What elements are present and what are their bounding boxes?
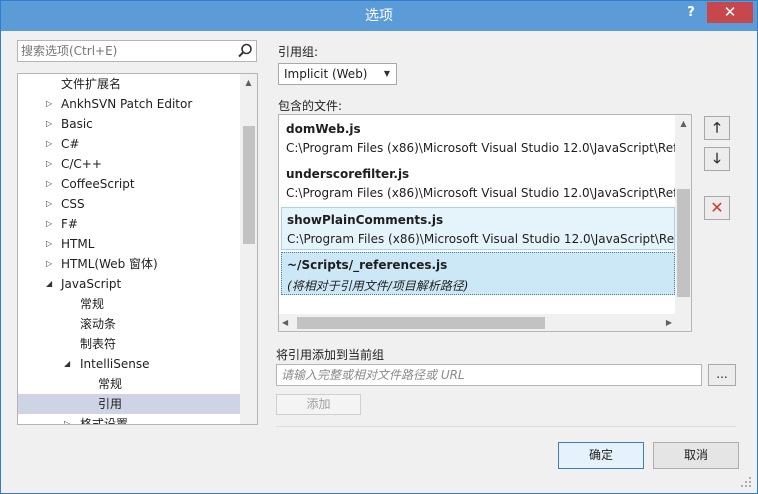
- reference-group-label: 引用组:: [278, 45, 319, 59]
- expand-arrow-icon[interactable]: ▷: [64, 414, 74, 424]
- tree-item[interactable]: ▷ Basic: [18, 114, 240, 134]
- title-bar[interactable]: 选项 ? ✕: [1, 1, 757, 31]
- expand-arrow-icon[interactable]: ▷: [46, 114, 56, 134]
- cancel-button[interactable]: 取消: [653, 442, 739, 469]
- expand-arrow-icon[interactable]: ▷: [46, 214, 56, 234]
- reference-path-input[interactable]: [277, 365, 697, 385]
- reference-path-box: [276, 364, 702, 386]
- options-tree: ▷ 格式设置 引用 常规 ◢ IntelliSense 制表符 滚动条 常规 ◢ JavaScrip…: [17, 73, 258, 425]
- tree-item[interactable]: ▷ CSS: [18, 194, 240, 214]
- delete-reference-button[interactable]: ✕: [704, 196, 730, 220]
- tree-item[interactable]: ▷ C/C++: [18, 154, 240, 174]
- expand-arrow-icon[interactable]: ▷: [46, 194, 56, 214]
- tree-item[interactable]: 文件扩展名: [18, 74, 240, 94]
- scroll-left-arrow-icon[interactable]: ◀: [282, 314, 288, 331]
- window-title: 选项: [365, 8, 393, 24]
- chevron-down-icon: ▼: [383, 69, 390, 78]
- file-list-item[interactable]: ~/Scripts/_references.js (将相对于引用文件/项目解析路径…: [281, 252, 675, 295]
- file-path: C:\Program Files (x86)\Microsoft Visual …: [286, 186, 675, 200]
- expand-arrow-icon[interactable]: ▷: [46, 234, 56, 254]
- scroll-right-arrow-icon[interactable]: ▶: [666, 314, 672, 331]
- search-icon[interactable]: [236, 42, 254, 60]
- tree-item-label: HTML: [61, 237, 95, 251]
- tree-item[interactable]: ▷ CoffeeScript: [18, 174, 240, 194]
- options-dialog: 选项 ? ✕ ▷格式设置引用常规◢IntelliSense制表符滚动条常规◢Ja…: [0, 0, 758, 494]
- tree-item-label: C#: [61, 137, 80, 151]
- expand-arrow-icon[interactable]: ▷: [46, 134, 56, 154]
- tree-scroll-thumb[interactable]: [243, 126, 255, 244]
- close-button[interactable]: ✕: [707, 2, 753, 23]
- tree-item-label: JavaScript: [61, 277, 122, 291]
- tree-item-label: HTML(Web 窗体): [61, 257, 158, 271]
- divider: [276, 426, 736, 427]
- tree-item-label: 引用: [98, 397, 123, 411]
- tree-item[interactable]: ▷ 格式设置: [18, 414, 240, 425]
- add-reference-label: 将引用添加到当前组: [276, 348, 385, 362]
- tree-item-label: AnkhSVN Patch Editor: [61, 97, 193, 111]
- file-list-item[interactable]: showPlainComments.js C:\Program Files (x8…: [281, 207, 675, 250]
- reference-group-value: Implicit (Web): [284, 67, 368, 81]
- collapse-arrow-icon[interactable]: ◢: [46, 274, 56, 294]
- tree-item-label: C/C++: [61, 157, 102, 171]
- files-vscroll-thumb[interactable]: [677, 189, 690, 297]
- included-files-label: 包含的文件:: [278, 99, 343, 113]
- tree-item-label: 制表符: [80, 337, 117, 351]
- file-name: domWeb.js: [286, 122, 361, 136]
- tree-item[interactable]: ▷ HTML: [18, 234, 240, 254]
- browse-button[interactable]: ...: [708, 364, 736, 386]
- search-input[interactable]: [18, 41, 230, 61]
- files-horizontal-scrollbar[interactable]: ◀ ▶: [279, 314, 675, 331]
- file-path: (将相对于引用文件/项目解析路径): [287, 279, 469, 293]
- tree-item[interactable]: ▷ C#: [18, 134, 240, 154]
- tree-item[interactable]: ▷ F#: [18, 214, 240, 234]
- tree-item[interactable]: 制表符: [18, 334, 240, 354]
- move-up-button[interactable]: 🡑: [704, 116, 730, 140]
- tree-item[interactable]: 滚动条: [18, 314, 240, 334]
- tree-item-label: IntelliSense: [80, 357, 150, 371]
- tree-item[interactable]: 常规: [18, 374, 240, 394]
- expand-arrow-icon[interactable]: ▷: [46, 254, 56, 274]
- tree-item-label: 滚动条: [80, 317, 117, 331]
- reference-group-select[interactable]: Implicit (Web) ▼: [278, 63, 397, 85]
- tree-item[interactable]: ▷ HTML(Web 窗体): [18, 254, 240, 274]
- tree-item-label: Basic: [61, 117, 93, 131]
- expand-arrow-icon[interactable]: ▷: [46, 94, 56, 114]
- file-name: ~/Scripts/_references.js: [287, 258, 448, 272]
- tree-item-label: CSS: [61, 197, 85, 211]
- file-name: underscorefilter.js: [286, 167, 410, 181]
- tree-item[interactable]: ▷ AnkhSVN Patch Editor: [18, 94, 240, 114]
- expand-arrow-icon[interactable]: ▷: [46, 154, 56, 174]
- file-list-item[interactable]: domWeb.js C:\Program Files (x86)\Microsof…: [281, 117, 675, 160]
- tree-item-label: CoffeeScript: [61, 177, 135, 191]
- tree-item-label: F#: [61, 217, 78, 231]
- scroll-up-arrow-icon[interactable]: ▲: [675, 115, 691, 132]
- search-box: [17, 40, 257, 62]
- add-button[interactable]: 添加: [276, 394, 361, 415]
- tree-item-label: 常规: [98, 377, 123, 391]
- help-button[interactable]: ?: [681, 3, 701, 23]
- tree-item[interactable]: 引用: [18, 394, 240, 414]
- tree-item-label: 常规: [80, 297, 105, 311]
- tree-item-label: 格式设置: [80, 417, 129, 425]
- tree-item[interactable]: ◢ JavaScript: [18, 274, 240, 294]
- files-hscroll-thumb[interactable]: [297, 317, 545, 329]
- collapse-arrow-icon[interactable]: ◢: [64, 354, 74, 374]
- scroll-up-arrow-icon[interactable]: ▲: [240, 74, 257, 91]
- files-vertical-scrollbar[interactable]: ▲: [675, 115, 691, 314]
- file-path: C:\Program Files (x86)\Microsoft Visual …: [286, 141, 675, 155]
- scrollbar-corner: [675, 314, 691, 331]
- expand-arrow-icon[interactable]: ▷: [46, 174, 56, 194]
- tree-item-label: 文件扩展名: [61, 77, 122, 91]
- tree-scrollbar[interactable]: ▲: [240, 74, 257, 424]
- move-down-button[interactable]: 🡓: [704, 147, 730, 171]
- included-files-list: ~/Scripts/_references.js (将相对于引用文件/项目解析路径…: [278, 114, 692, 332]
- file-list-item[interactable]: underscorefilter.js C:\Program Files (x86…: [281, 162, 675, 205]
- tree-item[interactable]: 常规: [18, 294, 240, 314]
- file-name: showPlainComments.js: [287, 213, 444, 227]
- resize-grip-icon[interactable]: [739, 475, 753, 489]
- ok-button[interactable]: 确定: [558, 442, 644, 469]
- tree-item[interactable]: ◢ IntelliSense: [18, 354, 240, 374]
- file-path: C:\Program Files (x86)\Microsoft Visual …: [287, 232, 675, 246]
